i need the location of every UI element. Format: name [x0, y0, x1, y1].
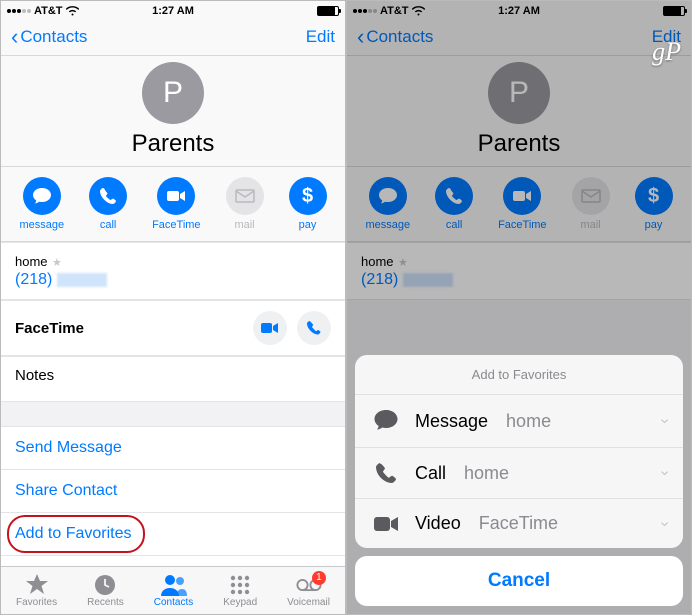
- phone-value: (218): [15, 271, 52, 288]
- tab-keypad[interactable]: Keypad: [223, 574, 257, 608]
- sheet-kind: Message: [415, 411, 488, 432]
- contact-header: P Parents: [1, 56, 345, 167]
- contact-name: Parents: [1, 130, 345, 158]
- phone-left: AT&T 1:27 AM ‹ Contacts Edit P Parents: [1, 1, 345, 614]
- action-sheet: Add to Favorites Message home › Call hom…: [355, 355, 683, 606]
- back-label: Contacts: [20, 27, 87, 47]
- redacted: [57, 273, 107, 287]
- redacted: [403, 273, 453, 287]
- person-icon: [161, 574, 187, 596]
- notes-label: Notes: [15, 367, 54, 384]
- wifi-icon: [66, 6, 79, 16]
- pay-action[interactable]: $pay: [635, 177, 673, 231]
- signal-icon: [353, 9, 377, 13]
- tab-voicemail[interactable]: Voicemail 1: [287, 574, 330, 608]
- video-icon: [371, 515, 401, 533]
- signal-icon: [7, 9, 31, 13]
- facetime-action[interactable]: FaceTime: [498, 177, 547, 231]
- star-icon: ★: [52, 257, 62, 269]
- call-action[interactable]: call: [89, 177, 127, 231]
- chevron-down-icon: ›: [655, 521, 673, 526]
- sheet-detail: FaceTime: [479, 513, 558, 534]
- nav-bar: ‹ Contacts Edit: [347, 19, 691, 56]
- tab-recents[interactable]: Recents: [87, 574, 124, 608]
- add-to-favorites-link[interactable]: Add to Favorites: [1, 513, 345, 556]
- battery-icon: [317, 6, 339, 16]
- phone-right: AT&T 1:27 AM ‹ Contacts Edit P Parents m…: [347, 1, 691, 614]
- notes-cell[interactable]: Notes: [1, 356, 345, 402]
- edit-button[interactable]: Edit: [306, 27, 335, 47]
- back-button[interactable]: ‹ Contacts: [11, 27, 87, 47]
- nav-bar: ‹ Contacts Edit: [1, 19, 345, 56]
- avatar: P: [142, 62, 204, 124]
- avatar: P: [488, 62, 550, 124]
- keypad-icon: [227, 574, 253, 596]
- action-row: message call FaceTime mail $ pay: [1, 167, 345, 242]
- facetime-audio-button[interactable]: [297, 311, 331, 345]
- tab-contacts[interactable]: Contacts: [154, 574, 193, 608]
- sheet-kind: Call: [415, 463, 446, 484]
- back-label: Contacts: [366, 27, 433, 47]
- carrier-label: AT&T: [34, 5, 63, 17]
- star-icon: ★: [398, 257, 408, 269]
- wifi-icon: [412, 6, 425, 16]
- star-icon: [24, 574, 50, 596]
- badge: 1: [312, 571, 326, 585]
- phone-cell[interactable]: home ★ (218): [347, 242, 691, 300]
- chevron-left-icon: ‹: [357, 30, 364, 44]
- facetime-label: FaceTime: [152, 219, 201, 231]
- pay-action[interactable]: $ pay: [289, 177, 327, 231]
- carrier-label: AT&T: [380, 5, 409, 17]
- clock-icon: [92, 574, 118, 596]
- call-label: call: [100, 219, 117, 231]
- status-bar: AT&T 1:27 AM: [1, 1, 345, 19]
- mail-action: mail: [226, 177, 264, 231]
- tab-favorites[interactable]: Favorites: [16, 574, 57, 608]
- call-action[interactable]: call: [435, 177, 473, 231]
- facetime-action[interactable]: FaceTime: [152, 177, 201, 231]
- sheet-detail: home: [506, 411, 551, 432]
- sheet-row-call[interactable]: Call home ›: [355, 448, 683, 499]
- sheet-kind: Video: [415, 513, 461, 534]
- chevron-down-icon: ›: [655, 418, 673, 423]
- facetime-cell: FaceTime: [1, 300, 345, 356]
- action-row: message call FaceTime mail $pay: [347, 167, 691, 242]
- share-contact-link[interactable]: Share Contact: [1, 470, 345, 513]
- phone-icon: [371, 462, 401, 484]
- mail-label: mail: [234, 219, 254, 231]
- message-action[interactable]: message: [19, 177, 64, 231]
- message-action[interactable]: message: [365, 177, 410, 231]
- chevron-left-icon: ‹: [11, 30, 18, 44]
- tab-bar: Favorites Recents Contacts Keypad Voicem…: [1, 566, 345, 614]
- facetime-video-button[interactable]: [253, 311, 287, 345]
- pay-label: pay: [299, 219, 317, 231]
- watermark: gP: [652, 37, 681, 67]
- sheet-row-message[interactable]: Message home ›: [355, 395, 683, 448]
- contact-name: Parents: [347, 130, 691, 158]
- spacer: [1, 402, 345, 426]
- message-label: message: [19, 219, 64, 231]
- message-icon: [371, 409, 401, 433]
- facetime-cell-label: FaceTime: [15, 320, 84, 337]
- sheet-detail: home: [464, 463, 509, 484]
- back-button[interactable]: ‹ Contacts: [357, 27, 433, 47]
- send-message-link[interactable]: Send Message: [1, 426, 345, 470]
- sheet-row-video[interactable]: Video FaceTime ›: [355, 499, 683, 548]
- phone-cell[interactable]: home ★ (218): [1, 242, 345, 300]
- status-bar: AT&T 1:27 AM: [347, 1, 691, 19]
- phone-label: home: [15, 254, 48, 269]
- cancel-button[interactable]: Cancel: [355, 556, 683, 606]
- contact-header: P Parents: [347, 56, 691, 167]
- battery-icon: [663, 6, 685, 16]
- chevron-down-icon: ›: [655, 470, 673, 475]
- mail-action: mail: [572, 177, 610, 231]
- sheet-title: Add to Favorites: [355, 355, 683, 395]
